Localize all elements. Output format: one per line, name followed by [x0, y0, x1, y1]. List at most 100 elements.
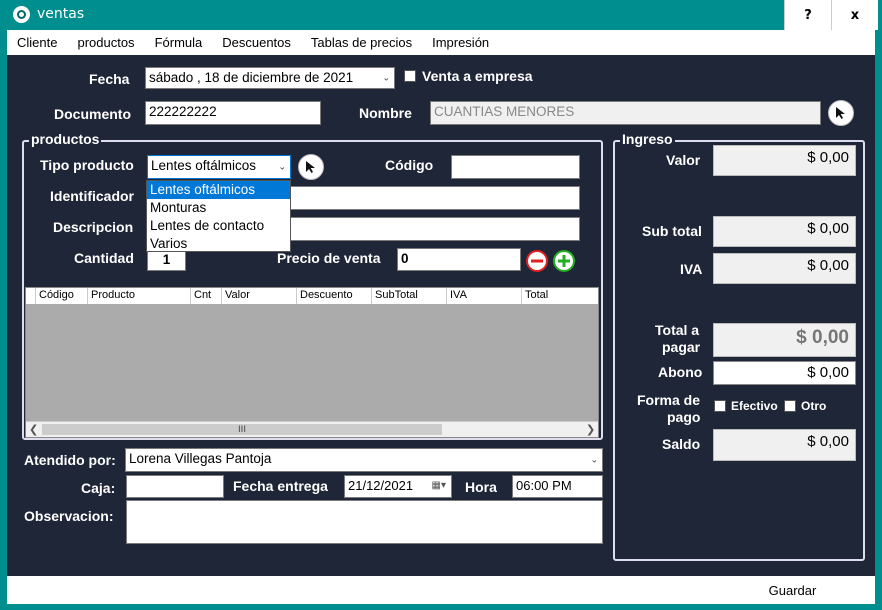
menu-productos[interactable]: productos: [67, 35, 144, 50]
column-header-producto[interactable]: Producto: [88, 288, 191, 304]
menu-tablas-precios[interactable]: Tablas de precios: [301, 35, 422, 50]
column-header-iva[interactable]: IVA: [447, 288, 522, 304]
codigo-input[interactable]: [451, 155, 580, 179]
dropdown-option-lentes-contacto[interactable]: Lentes de contacto: [147, 217, 290, 235]
iva-label: IVA: [680, 261, 703, 277]
column-header-subtotal[interactable]: SubTotal: [372, 288, 447, 304]
cantidad-label: Cantidad: [74, 250, 134, 266]
window-title: ventas: [37, 6, 85, 22]
codigo-label: Código: [385, 157, 434, 173]
menu-bar: Cliente productos Fórmula Descuentos Tab…: [7, 30, 875, 55]
saldo-label: Saldo: [662, 436, 701, 452]
guardar-button[interactable]: Guardar: [755, 578, 830, 602]
atendido-value: Lorena Villegas Pantoja: [129, 451, 272, 466]
hora-input[interactable]: 06:00 PM: [512, 475, 603, 498]
title-bar: [0, 0, 882, 30]
calendar-icon[interactable]: ▦▾: [432, 480, 446, 491]
buscar-producto-button[interactable]: [298, 154, 324, 180]
scroll-right-icon[interactable]: ❯: [586, 423, 595, 436]
menu-descuentos[interactable]: Descuentos: [212, 35, 301, 50]
close-button[interactable]: x: [831, 0, 878, 30]
menu-impresion[interactable]: Impresión: [422, 35, 499, 50]
remove-item-icon[interactable]: [525, 249, 549, 273]
tipo-producto-label: Tipo producto: [40, 157, 134, 173]
app-icon: [13, 6, 30, 23]
column-header-cnt[interactable]: Cnt: [191, 288, 222, 304]
nombre-label: Nombre: [359, 105, 412, 121]
hora-label: Hora: [465, 479, 497, 495]
atendido-select[interactable]: Lorena Villegas Pantoja ⌄: [125, 448, 603, 472]
caja-input[interactable]: [126, 475, 224, 498]
column-header-total[interactable]: Total: [522, 288, 598, 304]
efectivo-label: Efectivo: [731, 399, 778, 413]
window-border-left: [0, 30, 7, 610]
iva-display: $ 0,00: [713, 253, 856, 284]
fecha-entrega-picker[interactable]: 21/12/2021 ▦▾: [344, 475, 452, 498]
precio-venta-label: Precio de venta: [277, 250, 381, 266]
window-border-right: [875, 30, 882, 610]
tipo-producto-value: Lentes oftálmicos: [151, 158, 257, 173]
chevron-down-icon: ⌄: [278, 161, 286, 172]
dropdown-option-varios[interactable]: Varios: [147, 235, 290, 253]
add-item-icon[interactable]: [552, 249, 576, 273]
total-pagar-label-line2: pagar: [662, 339, 701, 355]
nombre-input[interactable]: CUANTIAS MENORES: [430, 101, 821, 125]
menu-cliente[interactable]: Cliente: [7, 35, 67, 50]
fecha-value: sábado , 18 de diciembre de 2021: [149, 70, 354, 85]
column-header-valor[interactable]: Valor: [222, 288, 297, 304]
window-border-bottom: [0, 604, 882, 610]
tipo-producto-dropdown: Lentes oftálmicos Monturas Lentes de con…: [146, 180, 291, 252]
descripcion-label: Descripcion: [53, 219, 134, 235]
abono-input[interactable]: $ 0,00: [713, 361, 856, 385]
observacion-textarea[interactable]: [126, 500, 603, 544]
scroll-left-icon[interactable]: ❮: [29, 423, 38, 436]
atendido-label: Atendido por:: [24, 452, 116, 468]
fecha-entrega-label: Fecha entrega: [233, 478, 328, 494]
chevron-down-icon: ⌄: [382, 72, 390, 83]
total-pagar-label-line1: Total a: [655, 322, 700, 338]
forma-pago-label-line1: Forma de: [637, 392, 701, 408]
status-bar: [7, 576, 875, 604]
forma-pago-label-line2: pago: [667, 409, 701, 425]
chevron-down-icon: ⌄: [590, 454, 598, 465]
ingreso-group-title: Ingreso: [620, 131, 675, 147]
valor-display: $ 0,00: [713, 145, 856, 176]
cursor-arrow-icon: [836, 107, 845, 119]
caja-label: Caja:: [81, 480, 116, 496]
row-header-cell: [26, 288, 36, 304]
fecha-label: Fecha: [89, 71, 130, 87]
abono-label: Abono: [658, 364, 703, 380]
menu-formula[interactable]: Fórmula: [145, 35, 213, 50]
total-pagar-display: $ 0,00: [713, 323, 856, 357]
subtotal-label: Sub total: [642, 223, 702, 239]
grid-horizontal-scrollbar[interactable]: ❮ III ❯: [26, 421, 598, 437]
select-cliente-button[interactable]: [828, 100, 854, 126]
productos-group-title: productos: [29, 131, 102, 147]
column-header-codigo[interactable]: Código: [36, 288, 88, 304]
valor-label: Valor: [666, 152, 701, 168]
observacion-label: Observacion:: [24, 508, 114, 524]
column-header-descuento[interactable]: Descuento: [297, 288, 372, 304]
dropdown-option-monturas[interactable]: Monturas: [147, 199, 290, 217]
grid-header-row: Código Producto Cnt Valor Descuento SubT…: [26, 288, 598, 304]
tipo-producto-select[interactable]: Lentes oftálmicos ⌄: [147, 155, 291, 179]
identificador-label: Identificador: [50, 188, 135, 204]
help-button[interactable]: ?: [784, 0, 831, 30]
fecha-date-picker[interactable]: sábado , 18 de diciembre de 2021 ⌄: [145, 67, 395, 89]
subtotal-display: $ 0,00: [713, 216, 856, 247]
otro-label: Otro: [801, 399, 827, 413]
venta-empresa-label: Venta a empresa: [422, 68, 533, 84]
documento-input[interactable]: 222222222: [145, 101, 321, 125]
efectivo-checkbox[interactable]: [714, 400, 726, 412]
venta-empresa-checkbox[interactable]: [404, 70, 416, 82]
dropdown-option-lentes-oftalmicos[interactable]: Lentes oftálmicos: [147, 181, 290, 199]
fecha-entrega-value: 21/12/2021: [348, 478, 414, 493]
scroll-thumb[interactable]: III: [42, 424, 442, 435]
saldo-display: $ 0,00: [713, 429, 856, 461]
precio-venta-input[interactable]: 0: [397, 248, 521, 271]
otro-checkbox[interactable]: [784, 400, 796, 412]
scroll-thumb-grip: III: [238, 424, 246, 435]
cursor-arrow-icon: [306, 161, 315, 173]
documento-label: Documento: [54, 106, 131, 122]
productos-grid[interactable]: [25, 287, 599, 438]
